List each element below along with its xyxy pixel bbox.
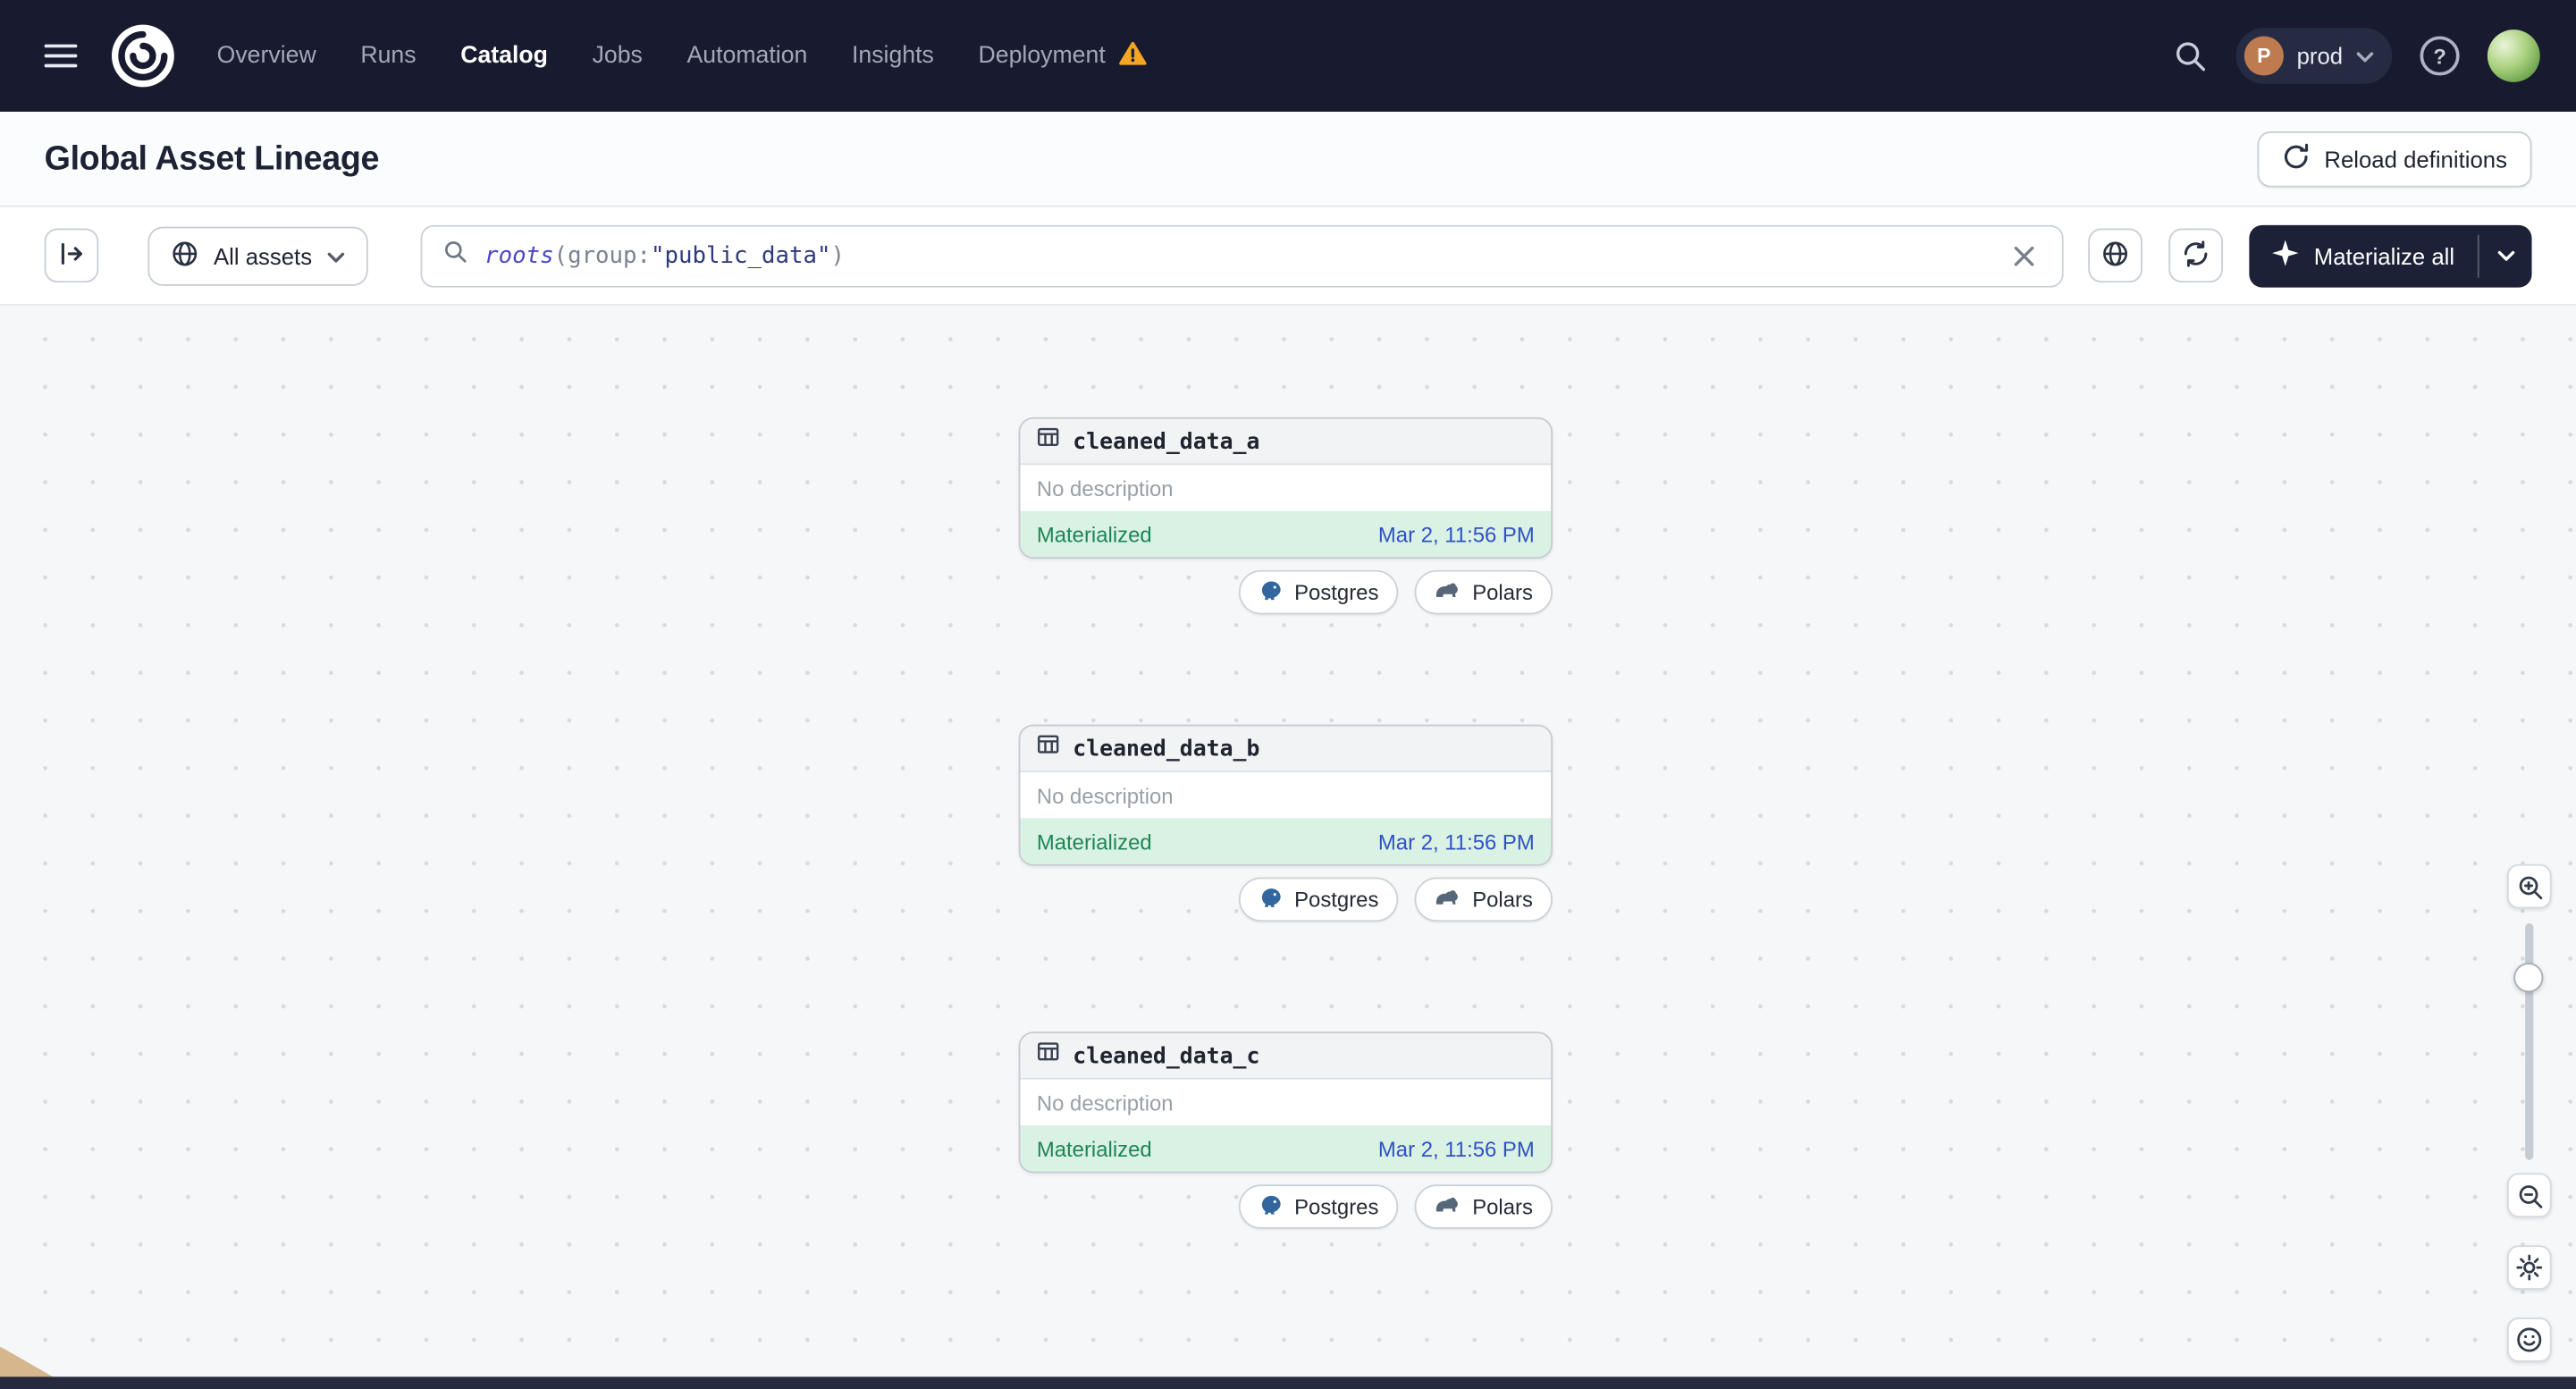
- menu-icon[interactable]: [36, 31, 85, 80]
- tag-postgres[interactable]: Postgres: [1238, 569, 1399, 615]
- asset-tags-row: Postgres Polars: [1238, 877, 1553, 922]
- graph-view-options-button[interactable]: [2088, 228, 2143, 283]
- asset-name: cleaned_data_c: [1073, 1042, 1260, 1069]
- deployment-badge: P: [2243, 36, 2284, 76]
- asset-status-row: Materialized Mar 2, 11:56 PM: [1020, 1125, 1552, 1172]
- asset-node-cleaned_data_c[interactable]: cleaned_data_c No description Materializ…: [1018, 1031, 1553, 1174]
- materialization-timestamp-link[interactable]: Mar 2, 11:56 PM: [1378, 522, 1535, 547]
- chevron-down-icon: [327, 242, 345, 268]
- tag-polars[interactable]: Polars: [1414, 877, 1553, 922]
- page-title: Global Asset Lineage: [44, 139, 380, 177]
- nav-right: P prod ?: [2172, 28, 2540, 84]
- status-badge: Materialized: [1036, 829, 1152, 854]
- sparkle-icon: [2272, 240, 2300, 271]
- refresh-icon: [2183, 239, 2210, 272]
- asset-selection-query: roots(group:"public_data"): [484, 242, 845, 269]
- postgres-icon: [1259, 1192, 1284, 1222]
- chevron-down-icon: [2356, 44, 2374, 69]
- polars-icon: [1435, 580, 1461, 605]
- deployment-switcher[interactable]: P prod: [2235, 28, 2393, 84]
- materialization-timestamp-link[interactable]: Mar 2, 11:56 PM: [1378, 829, 1535, 854]
- lineage-toolbar: All assets roots(group:"public_data") Ma…: [0, 206, 2576, 306]
- nav-item-overview[interactable]: Overview: [217, 43, 316, 69]
- nav-item-deployment[interactable]: Deployment: [979, 40, 1147, 72]
- table-icon: [1037, 425, 1060, 457]
- materialize-all-button[interactable]: Materialize all: [2250, 224, 2478, 287]
- postgres-icon: [1259, 885, 1284, 914]
- warning-icon: [1118, 40, 1147, 72]
- asset-name: cleaned_data_b: [1073, 735, 1260, 762]
- help-icon[interactable]: ?: [2420, 36, 2460, 76]
- zoom-slider-handle[interactable]: [2513, 963, 2544, 993]
- nav-item-jobs[interactable]: Jobs: [593, 43, 643, 69]
- asset-node-header: cleaned_data_c: [1020, 1033, 1552, 1080]
- main-nav: Overview Runs Catalog Jobs Automation In…: [217, 40, 1147, 72]
- globe-icon: [2102, 239, 2130, 272]
- asset-status-row: Materialized Mar 2, 11:56 PM: [1020, 818, 1552, 864]
- search-icon[interactable]: [2172, 38, 2208, 73]
- corner-artifact: [0, 1346, 55, 1378]
- asset-node-header: cleaned_data_a: [1020, 418, 1552, 466]
- panel-toggle-icon: [57, 239, 85, 272]
- status-badge: Materialized: [1036, 1136, 1152, 1161]
- nav-item-insights[interactable]: Insights: [852, 43, 934, 69]
- top-nav: Overview Runs Catalog Jobs Automation In…: [0, 0, 2576, 112]
- page-header: Global Asset Lineage Reload definitions: [0, 111, 2576, 207]
- nav-item-catalog[interactable]: Catalog: [460, 43, 548, 69]
- zoom-slider-track[interactable]: [2525, 923, 2534, 1160]
- window-bottom-edge: [0, 1376, 2576, 1389]
- polars-icon: [1435, 1194, 1461, 1219]
- asset-description: No description: [1036, 782, 1174, 808]
- asset-node-header: cleaned_data_b: [1020, 726, 1552, 772]
- tag-polars[interactable]: Polars: [1414, 569, 1553, 615]
- materialization-timestamp-link[interactable]: Mar 2, 11:56 PM: [1378, 1136, 1535, 1161]
- table-icon: [1037, 1040, 1060, 1072]
- asset-selection-input[interactable]: roots(group:"public_data"): [420, 223, 2065, 287]
- materialize-split-button: Materialize all: [2250, 223, 2532, 287]
- lineage-canvas[interactable]: cleaned_data_a No description Materializ…: [0, 305, 2576, 1389]
- materialize-options-caret[interactable]: [2479, 224, 2532, 287]
- asset-description: No description: [1036, 476, 1174, 501]
- asset-node-cleaned_data_a[interactable]: cleaned_data_a No description Materializ…: [1018, 417, 1553, 559]
- avatar[interactable]: [2487, 29, 2540, 82]
- asset-tags-row: Postgres Polars: [1238, 1184, 1553, 1229]
- asset-filter-dropdown[interactable]: All assets: [147, 225, 368, 285]
- clear-icon[interactable]: [2007, 238, 2042, 274]
- zoom-out-icon[interactable]: [2506, 1173, 2552, 1218]
- tag-polars[interactable]: Polars: [1414, 1184, 1553, 1229]
- asset-description: No description: [1036, 1090, 1174, 1115]
- app: Overview Runs Catalog Jobs Automation In…: [0, 0, 2576, 1389]
- asset-name: cleaned_data_a: [1073, 427, 1260, 455]
- feedback-icon[interactable]: [2506, 1317, 2552, 1362]
- asset-status-row: Materialized Mar 2, 11:56 PM: [1020, 510, 1552, 558]
- tag-postgres[interactable]: Postgres: [1238, 877, 1399, 922]
- nav-item-runs[interactable]: Runs: [360, 43, 416, 69]
- postgres-icon: [1259, 577, 1284, 607]
- table-icon: [1037, 733, 1060, 764]
- status-badge: Materialized: [1036, 521, 1152, 547]
- settings-icon[interactable]: [2506, 1245, 2552, 1290]
- open-left-panel-button[interactable]: [44, 228, 99, 283]
- reload-definitions-icon: [2282, 142, 2310, 175]
- zoom-in-icon[interactable]: [2506, 863, 2552, 909]
- refresh-button[interactable]: [2169, 228, 2224, 283]
- deployment-name: prod: [2296, 42, 2344, 70]
- tag-postgres[interactable]: Postgres: [1238, 1184, 1399, 1229]
- globe-icon: [171, 239, 198, 272]
- dagster-logo[interactable]: [108, 21, 177, 90]
- search-icon: [442, 239, 467, 274]
- nav-item-automation[interactable]: Automation: [687, 43, 808, 69]
- reload-definitions-button[interactable]: Reload definitions: [2257, 130, 2532, 187]
- polars-icon: [1435, 888, 1461, 913]
- asset-node-cleaned_data_b[interactable]: cleaned_data_b No description Materializ…: [1018, 724, 1553, 866]
- asset-tags-row: Postgres Polars: [1238, 569, 1553, 615]
